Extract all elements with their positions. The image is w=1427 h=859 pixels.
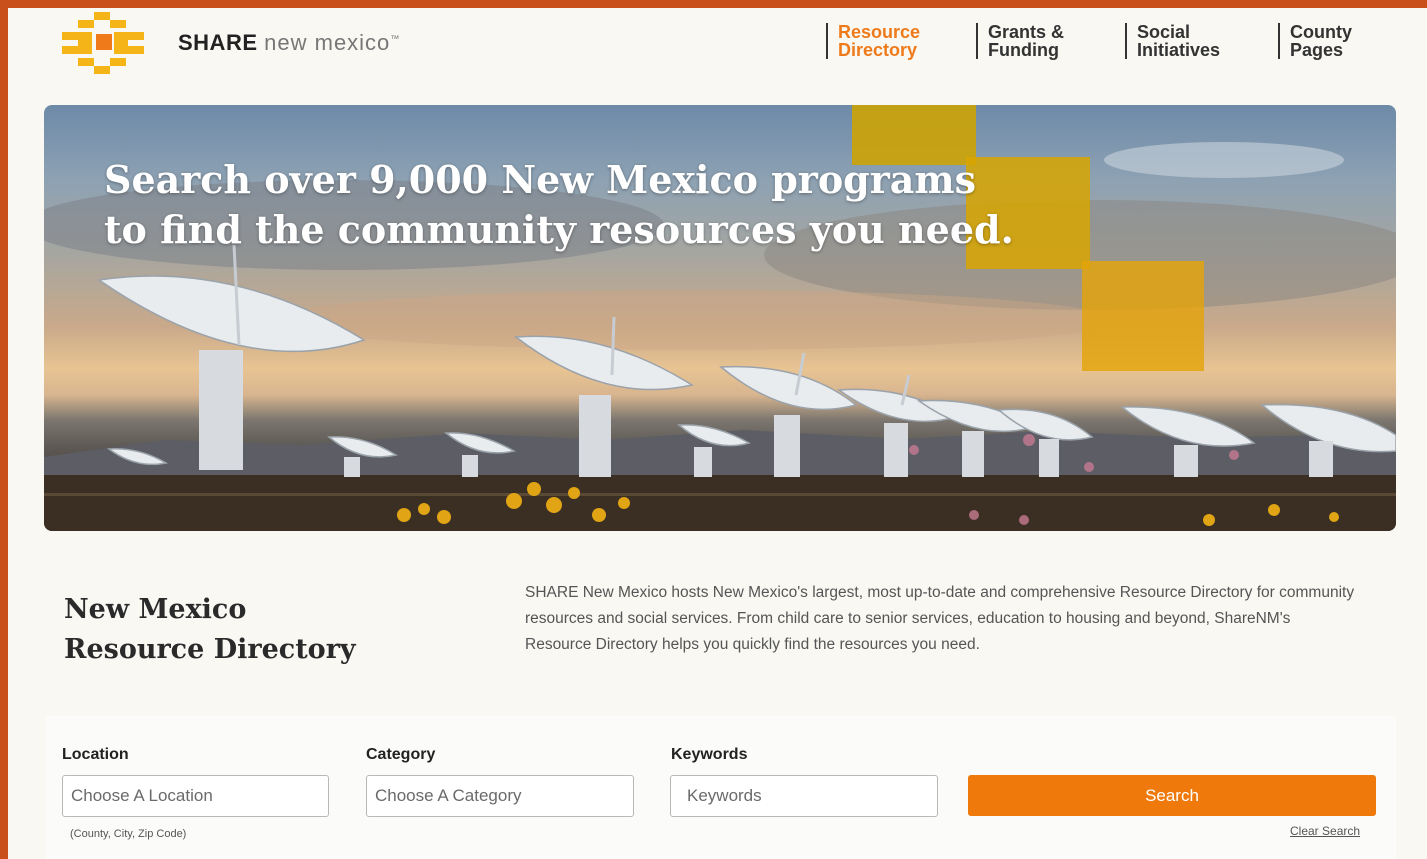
nav-line1: Social	[1137, 22, 1191, 42]
category-label: Category	[366, 746, 436, 763]
section-title: New Mexico Resource Directory	[64, 590, 356, 670]
location-input[interactable]	[62, 775, 329, 817]
search-panel: Location (County, City, Zip Code) Catego…	[46, 716, 1396, 859]
section-title-line2: Resource Directory	[64, 634, 356, 665]
keywords-label: Keywords	[671, 746, 748, 763]
hero-headline-line2: to find the community resources you need…	[104, 207, 1014, 252]
logo-trademark: ™	[390, 33, 400, 44]
page: SHARE new mexico™ Resource Directory Gra…	[8, 8, 1427, 859]
nav-line2: Pages	[1290, 40, 1344, 60]
location-label: Location	[62, 746, 129, 763]
site-header: SHARE new mexico™ Resource Directory Gra…	[8, 8, 1427, 103]
nav-line1: Resource	[838, 22, 921, 42]
logo-wordmark: SHARE new mexico™	[178, 30, 400, 56]
location-hint: (County, City, Zip Code)	[70, 828, 187, 840]
clear-search-link[interactable]: Clear Search	[1290, 824, 1360, 838]
hero-headline: Search over 9,000 New Mexico programs to…	[104, 155, 1014, 255]
hero-banner: Search over 9,000 New Mexico programs to…	[44, 105, 1396, 531]
nav-line2: Initiatives	[1137, 40, 1221, 60]
search-button[interactable]: Search	[968, 775, 1376, 816]
keywords-input[interactable]	[670, 775, 938, 817]
nav-line1: Grants &	[988, 22, 1065, 42]
nav-line2: Funding	[988, 40, 1059, 60]
nav-social-initiatives[interactable]: Social Initiatives	[1125, 23, 1237, 59]
nav-line2: Directory	[838, 40, 918, 60]
logo-mark-icon	[62, 12, 144, 74]
intro-description: SHARE New Mexico hosts New Mexico's larg…	[525, 584, 1355, 653]
logo-brand: SHARE	[178, 30, 258, 55]
category-input[interactable]	[366, 775, 634, 817]
share-logo[interactable]: SHARE new mexico™	[62, 12, 400, 74]
nav-resource-directory[interactable]: Resource Directory	[826, 23, 938, 59]
logo-subtitle: new mexico	[264, 30, 391, 55]
nav-county-pages[interactable]: County Pages	[1278, 23, 1390, 59]
section-title-line1: New Mexico	[64, 594, 247, 625]
nav-grants-funding[interactable]: Grants & Funding	[976, 23, 1088, 59]
nav-line1: County	[1290, 22, 1352, 42]
hero-headline-line1: Search over 9,000 New Mexico programs	[104, 157, 976, 202]
